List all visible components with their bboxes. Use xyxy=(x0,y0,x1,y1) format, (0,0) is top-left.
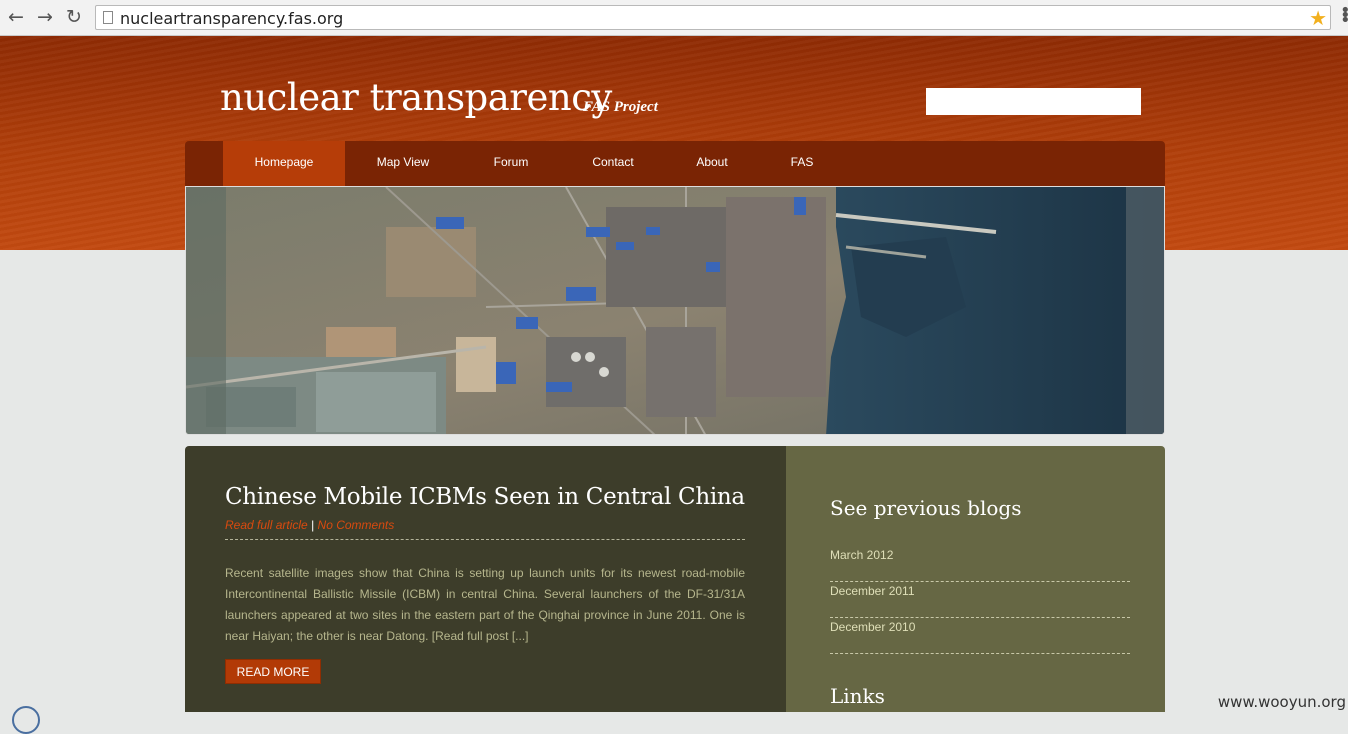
satellite-image-graphic xyxy=(186,187,1164,434)
links-heading: Links xyxy=(830,684,885,708)
post-meta: Read full article | No Comments xyxy=(225,518,394,532)
post-divider xyxy=(225,539,745,540)
address-bar[interactable]: nucleartransparency.fas.org ★ xyxy=(95,5,1331,30)
nav-item-map-view[interactable]: Map View xyxy=(357,141,449,187)
blog-archive-link[interactable]: December 2010 xyxy=(830,618,1130,654)
site-subtitle: FAS Project xyxy=(583,99,658,115)
post-excerpt: Recent satellite images show that China … xyxy=(225,566,745,643)
nav-item-about[interactable]: About xyxy=(677,141,747,187)
site-title[interactable]: nuclear transparency xyxy=(220,76,612,119)
watermark: www.wooyun.org xyxy=(1217,693,1346,711)
menu-icon[interactable]: ••• xyxy=(1340,2,1348,30)
reload-icon[interactable]: ↻ xyxy=(64,7,84,27)
nav-item-homepage[interactable]: Homepage xyxy=(223,141,345,187)
blog-archive-link[interactable]: December 2011 xyxy=(830,582,1130,618)
search-input[interactable] xyxy=(926,88,1141,115)
previous-blogs-heading: See previous blogs xyxy=(830,496,1022,520)
read-more-button[interactable]: READ MORE xyxy=(225,659,321,684)
address-url[interactable]: nucleartransparency.fas.org xyxy=(120,9,343,28)
nav-item-fas[interactable]: FAS xyxy=(773,141,831,187)
nav-item-forum[interactable]: Forum xyxy=(473,141,549,187)
page-icon xyxy=(103,11,113,24)
forward-arrow-icon[interactable]: → xyxy=(35,7,55,27)
sidebar-panel: See previous blogs March 2012 December 2… xyxy=(786,446,1165,712)
browser-toolbar: ← → ↻ nucleartransparency.fas.org ★ ••• xyxy=(0,0,1348,36)
main-navigation: Homepage Map View Forum Contact About FA… xyxy=(185,141,1165,187)
comments-link[interactable]: No Comments xyxy=(318,518,395,532)
meta-separator: | xyxy=(311,518,315,532)
nav-item-contact[interactable]: Contact xyxy=(573,141,653,187)
main-content-panel: Chinese Mobile ICBMs Seen in Central Chi… xyxy=(185,446,786,712)
blog-archive-link[interactable]: March 2012 xyxy=(830,546,1130,582)
post-title[interactable]: Chinese Mobile ICBMs Seen in Central Chi… xyxy=(225,484,745,510)
circle-icon xyxy=(12,706,40,734)
hero-satellite-image xyxy=(185,186,1165,435)
bookmark-star-icon[interactable]: ★ xyxy=(1309,6,1327,30)
read-full-article-link[interactable]: Read full article xyxy=(225,518,308,532)
back-arrow-icon[interactable]: ← xyxy=(6,7,26,27)
